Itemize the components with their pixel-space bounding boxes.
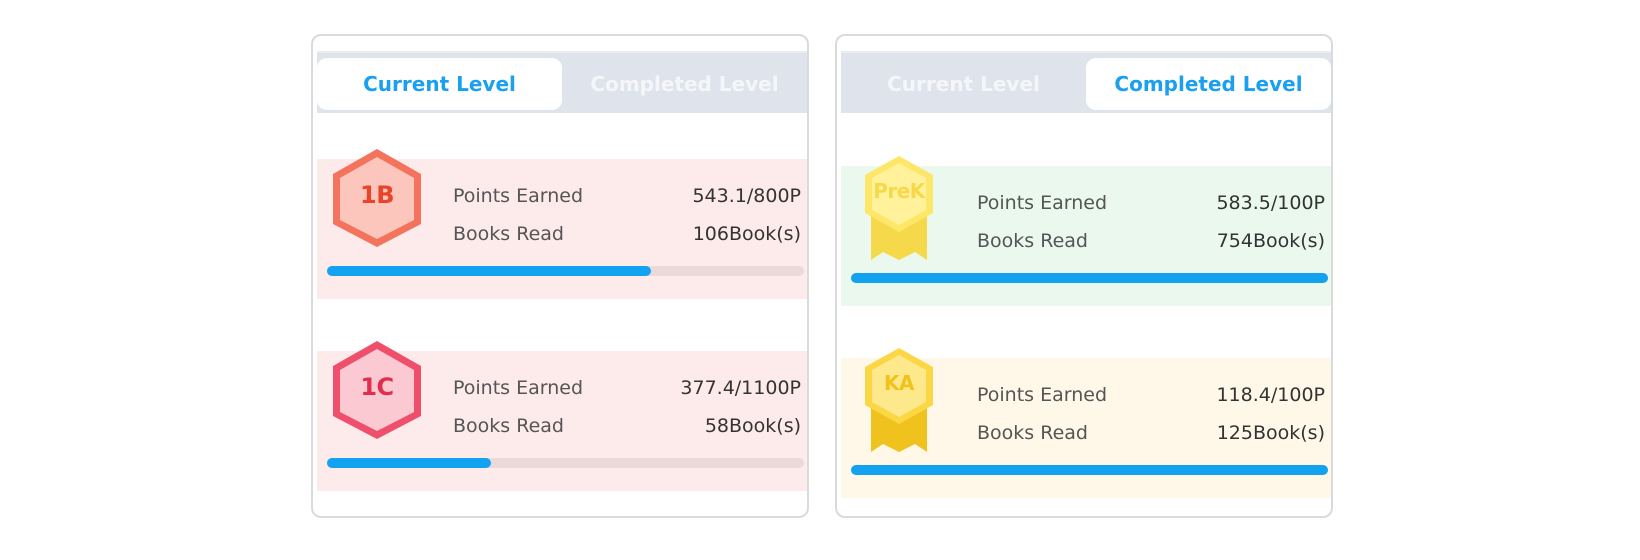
books-read-label: Books Read	[977, 422, 1088, 444]
books-read-label: Books Read	[453, 223, 564, 245]
level-badge-text: 1B	[360, 181, 395, 209]
points-earned-label: Points Earned	[977, 192, 1108, 214]
books-read-value: 106Book(s)	[692, 223, 801, 245]
level-tab-bar: Current Level Completed Level	[317, 51, 807, 113]
level-badge-text: 1C	[360, 373, 394, 401]
points-earned-label: Points Earned	[453, 185, 584, 207]
points-earned-value: 118.4/100P	[1216, 384, 1325, 406]
books-read-value: 125Book(s)	[1216, 422, 1325, 444]
points-earned-label: Points Earned	[453, 377, 584, 399]
level-badge-icon: 1C	[329, 339, 425, 441]
medal-badge-icon: PreK	[861, 154, 937, 262]
books-read-value: 58Book(s)	[704, 415, 801, 437]
level-badge-icon: 1B	[329, 147, 425, 249]
current-level-panel: Current Level Completed Level 1B Points …	[311, 34, 809, 518]
progress-bar	[327, 458, 804, 468]
points-earned-value: 543.1/800P	[692, 185, 801, 207]
progress-bar-fill	[851, 273, 1328, 283]
level-card-1b: 1B Points Earned 543.1/800P Books Read 1…	[317, 149, 807, 299]
tab-completed-level[interactable]: Completed Level	[562, 58, 807, 110]
level-badge-text: KA	[884, 371, 914, 395]
points-earned-value: 377.4/1100P	[680, 377, 801, 399]
level-card-1c: 1C Points Earned 377.4/1100P Books Read …	[317, 341, 807, 491]
level-badge-text: PreK	[873, 179, 925, 203]
tab-current-level[interactable]: Current Level	[841, 58, 1086, 110]
books-read-value: 754Book(s)	[1216, 230, 1325, 252]
tab-current-level[interactable]: Current Level	[317, 58, 562, 110]
progress-bar-fill	[327, 266, 651, 276]
progress-bar-fill	[851, 465, 1328, 475]
level-tab-bar: Current Level Completed Level	[841, 51, 1331, 113]
progress-bar	[851, 273, 1328, 283]
level-card-prek: PreK Points Earned 583.5/100P Books Read…	[841, 156, 1331, 306]
books-read-label: Books Read	[453, 415, 564, 437]
points-earned-label: Points Earned	[977, 384, 1108, 406]
level-card-ka: KA Points Earned 118.4/100P Books Read 1…	[841, 348, 1331, 498]
books-read-label: Books Read	[977, 230, 1088, 252]
progress-bar	[327, 266, 804, 276]
completed-level-panel: Current Level Completed Level PreK Point…	[835, 34, 1333, 518]
points-earned-value: 583.5/100P	[1216, 192, 1325, 214]
progress-bar	[851, 465, 1328, 475]
progress-bar-fill	[327, 458, 491, 468]
tab-completed-level[interactable]: Completed Level	[1086, 58, 1331, 110]
medal-badge-icon: KA	[861, 346, 937, 454]
